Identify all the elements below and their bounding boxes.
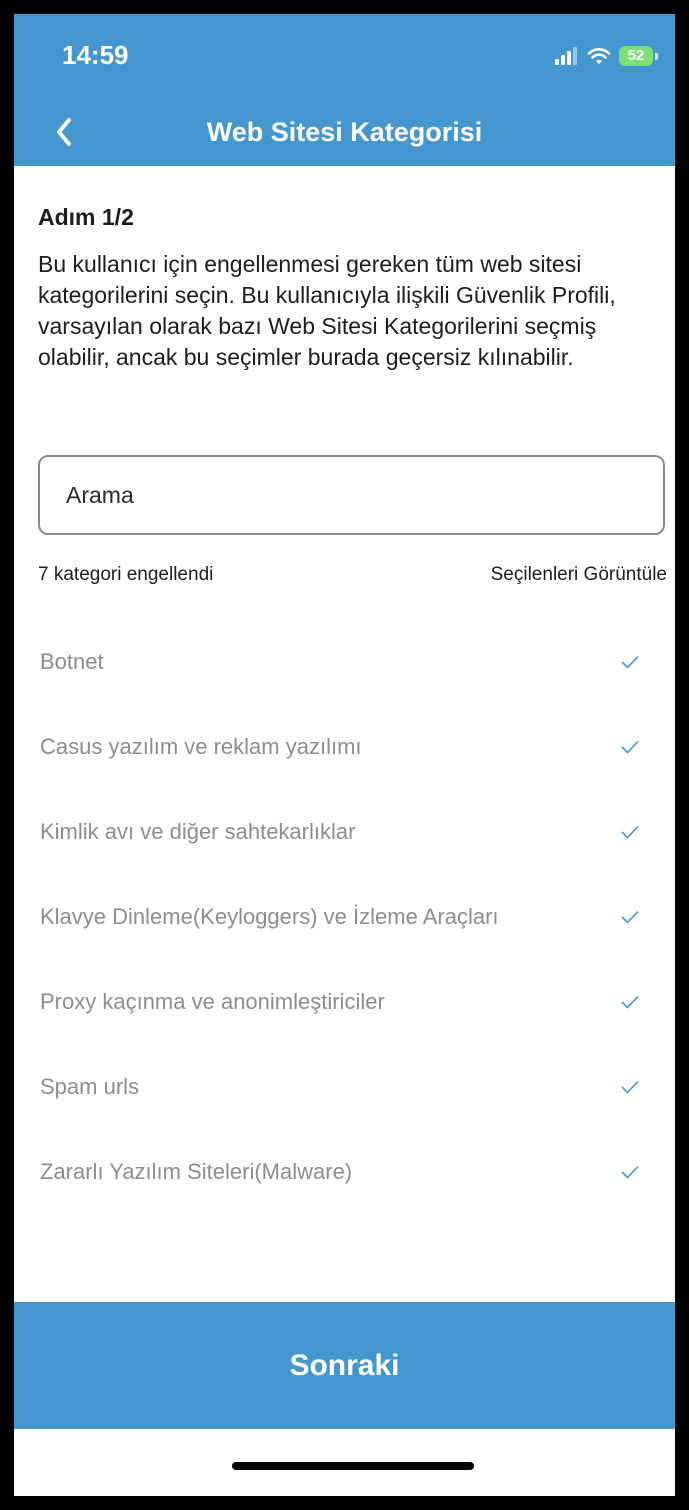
search-placeholder: Arama [66, 481, 134, 508]
category-label: Casus yazılım ve reklam yazılımı [40, 734, 362, 759]
status-time: 14:59 [62, 40, 129, 70]
cellular-signal-icon [555, 47, 577, 65]
category-row-spam[interactable]: Spam urls [14, 1044, 675, 1129]
category-label: Zararlı Yazılım Siteleri(Malware) [40, 1159, 353, 1184]
blocked-count: 7 kategori engellendi [38, 564, 214, 585]
category-label: Klavye Dinleme(Keyloggers) ve İzleme Ara… [40, 904, 499, 929]
category-row-proxy[interactable]: Proxy kaçınma ve anonimleştiriciler [14, 959, 675, 1044]
category-row-spyware[interactable]: Casus yazılım ve reklam yazılımı [14, 704, 675, 789]
home-indicator [232, 1462, 474, 1470]
next-button-label: Sonraki [289, 1348, 400, 1382]
check-icon [621, 1165, 639, 1179]
category-row-keyloggers[interactable]: Klavye Dinleme(Keyloggers) ve İzleme Ara… [14, 874, 675, 959]
battery-icon: 52 [619, 46, 658, 66]
category-row-malware[interactable]: Zararlı Yazılım Siteleri(Malware) [14, 1129, 675, 1214]
search-input[interactable]: Arama [38, 455, 665, 535]
top-bar: 14:59 52 Web Sitesi Kategorisi [14, 14, 675, 166]
check-icon [621, 910, 639, 924]
category-row-phishing[interactable]: Kimlik avı ve diğer sahtekarlıklar [14, 789, 675, 874]
step-indicator: Adım 1/2 [38, 204, 134, 230]
category-row-botnet[interactable]: Botnet [14, 619, 675, 704]
next-button[interactable]: Sonraki [14, 1302, 675, 1429]
check-icon [621, 1080, 639, 1094]
category-label: Botnet [40, 649, 104, 674]
check-icon [621, 655, 639, 669]
app-screen: 14:59 52 Web Sitesi Kategorisi Adım 1/2 … [14, 14, 675, 1496]
category-label: Proxy kaçınma ve anonimleştiriciler [40, 989, 385, 1014]
step-description: Bu kullanıcı için engellenmesi gereken t… [38, 251, 616, 370]
category-label: Kimlik avı ve diğer sahtekarlıklar [40, 819, 356, 844]
category-label: Spam urls [40, 1074, 140, 1099]
check-icon [621, 740, 639, 754]
category-list: Botnet Casus yazılım ve reklam yazılımı … [14, 619, 675, 1214]
status-icons: 52 [555, 44, 658, 68]
wifi-icon [587, 48, 611, 64]
page-title: Web Sitesi Kategorisi [206, 117, 483, 147]
check-icon [621, 995, 639, 1009]
check-icon [621, 825, 639, 839]
view-selected-link[interactable]: Seçilenleri Görüntüle [491, 564, 667, 586]
